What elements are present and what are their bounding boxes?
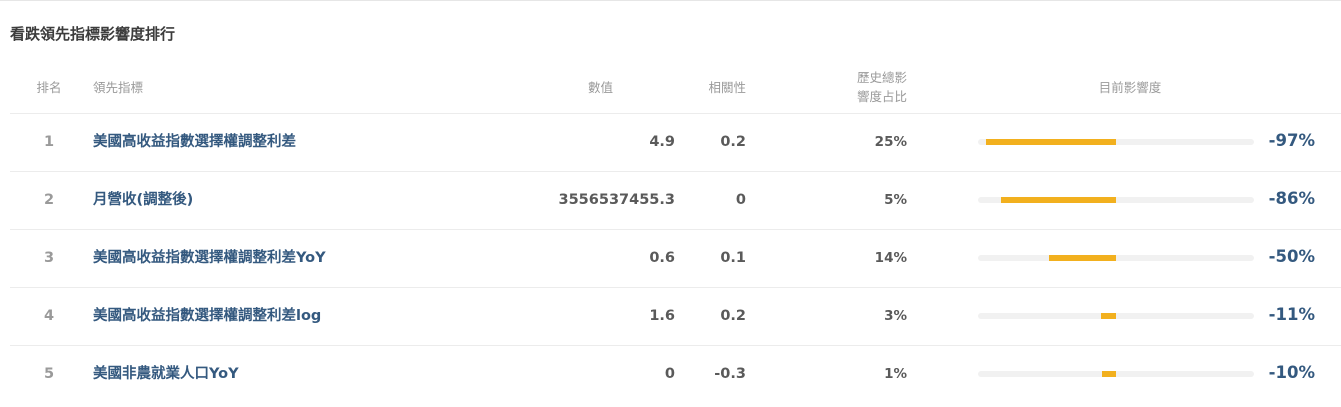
indicator-link[interactable]: 美國高收益指數選擇權調整利差 [93, 132, 296, 152]
header-history-share: 歷史總影 響度占比 [820, 68, 907, 106]
value-cell: 0 [664, 366, 675, 382]
row-divider [10, 345, 1341, 346]
impact-bar-track [978, 139, 1254, 145]
rank-cell: 4 [43, 308, 55, 324]
panel-title: 看跌領先指標影響度排行 [10, 25, 176, 43]
header-history-share-line2: 響度占比 [856, 89, 907, 104]
correlation-cell: -0.3 [714, 366, 746, 382]
indicator-link[interactable]: 美國高收益指數選擇權調整利差YoY [93, 248, 326, 268]
history-share-cell: 5% [884, 192, 907, 208]
correlation-cell: 0 [735, 192, 746, 208]
history-share-cell: 1% [884, 366, 907, 382]
rank-cell: 2 [43, 192, 55, 208]
rank-cell: 5 [43, 366, 55, 382]
header-correlation: 相關性 [708, 80, 746, 95]
history-share-cell: 25% [874, 134, 907, 150]
row-divider [10, 171, 1341, 172]
impact-bar-track [978, 197, 1254, 203]
indicator-link[interactable]: 美國高收益指數選擇權調整利差log [93, 306, 321, 326]
row-divider [10, 229, 1341, 230]
row-divider [10, 287, 1341, 288]
impact-bar-track [978, 371, 1254, 377]
impact-bar-fill [1101, 313, 1116, 319]
value-cell: 3556537455.3 [558, 192, 676, 208]
history-share-cell: 3% [884, 308, 907, 324]
correlation-cell: 0.2 [720, 134, 746, 150]
history-share-cell: 14% [874, 250, 907, 266]
header-value: 數值 [587, 80, 613, 95]
header-history-share-line1: 歷史總影 [856, 70, 907, 85]
indicator-link[interactable]: 美國非農就業人口YoY [93, 364, 239, 384]
value-cell: 0.6 [649, 250, 675, 266]
rank-cell: 3 [43, 250, 55, 266]
bearish-indicator-ranking-panel: 看跌領先指標影響度排行 排名 領先指標 數值 相關性 歷史總影 響度占比 目前影… [0, 0, 1341, 407]
header-indicator: 領先指標 [93, 80, 144, 95]
impact-bar-track [978, 313, 1254, 319]
correlation-cell: 0.1 [720, 250, 746, 266]
impact-value: -97% [1268, 131, 1315, 150]
impact-value: -11% [1268, 305, 1315, 324]
impact-value: -10% [1268, 363, 1315, 382]
impact-value: -86% [1268, 189, 1315, 208]
value-cell: 1.6 [649, 308, 675, 324]
impact-bar-track [978, 255, 1254, 261]
rank-cell: 1 [43, 134, 55, 150]
impact-bar-fill [1001, 197, 1116, 203]
row-divider [10, 113, 1341, 114]
indicator-link[interactable]: 月營收(調整後) [93, 190, 193, 210]
correlation-cell: 0.2 [720, 308, 746, 324]
impact-bar-fill [1049, 255, 1116, 261]
impact-bar-fill [986, 139, 1116, 145]
impact-value: -50% [1268, 247, 1315, 266]
impact-bar-fill [1102, 371, 1116, 377]
header-rank: 排名 [36, 80, 62, 95]
value-cell: 4.9 [649, 134, 675, 150]
header-current-impact: 目前影響度 [1098, 80, 1162, 95]
